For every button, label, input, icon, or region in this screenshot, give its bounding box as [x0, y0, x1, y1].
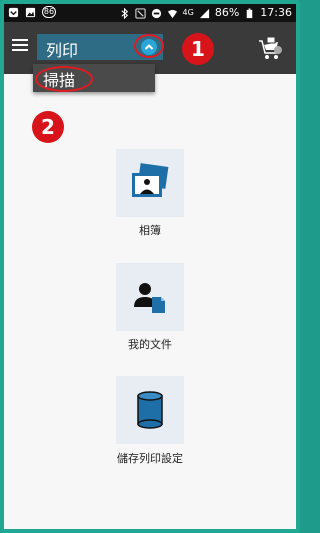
battery-icon	[247, 7, 253, 18]
photo-album-tile[interactable]	[116, 149, 184, 217]
signal-icon	[199, 8, 209, 18]
bluetooth-icon	[120, 7, 128, 19]
printer-cart-icon[interactable]	[256, 34, 284, 62]
wifi-icon	[167, 9, 177, 18]
battery-percent: 86%	[214, 6, 240, 19]
status-bar: 86 4G 86% 17:36	[4, 4, 296, 22]
do-not-disturb-icon	[151, 8, 161, 18]
network-type-label: 4G	[182, 8, 194, 17]
mode-dropdown-label: 列印	[46, 41, 79, 60]
notification-count-badge: 86	[42, 6, 56, 18]
database-cylinder-icon	[137, 391, 163, 429]
mode-dropdown[interactable]: 列印	[37, 34, 164, 60]
annotation-circle-2	[35, 66, 93, 92]
download-notification-icon	[8, 7, 19, 17]
photo-album-icon	[132, 163, 169, 197]
hamburger-menu-icon[interactable]	[12, 39, 28, 53]
nfc-icon	[135, 7, 146, 19]
my-documents-icon	[134, 283, 165, 313]
annotation-circle-1	[134, 34, 164, 58]
my-documents-tile[interactable]	[116, 263, 184, 331]
save-print-settings-tile[interactable]	[116, 376, 184, 444]
annotation-badge-1: 1	[182, 33, 214, 65]
image-notification-icon	[25, 7, 36, 17]
clock-time: 17:36	[260, 6, 292, 19]
annotation-badge-2: 2	[32, 111, 64, 143]
status-left-icons: 86	[8, 6, 56, 18]
save-print-settings-label: 儲存列印設定	[117, 452, 183, 465]
my-documents-label: 我的文件	[128, 338, 172, 351]
photo-album-label: 相簿	[139, 224, 161, 237]
status-right-icons: 4G 86% 17:36	[119, 6, 292, 20]
